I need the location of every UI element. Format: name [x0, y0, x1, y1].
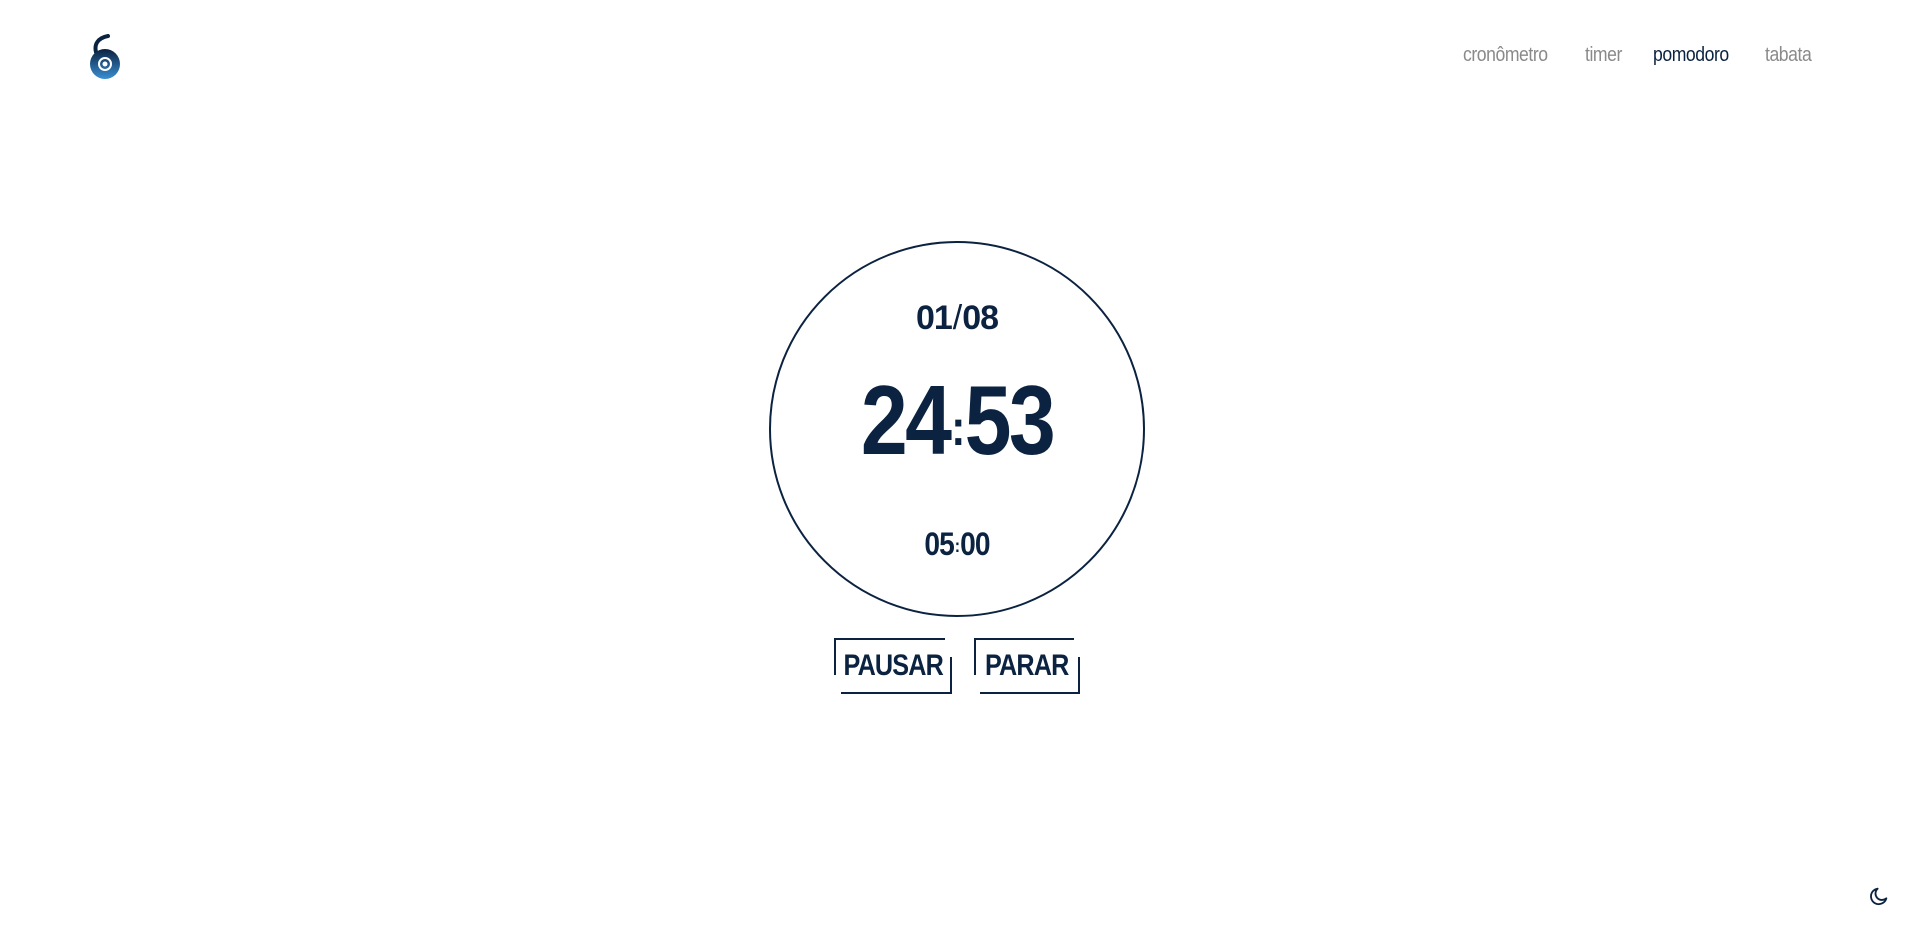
brand-logo[interactable] — [88, 34, 122, 82]
timer-controls: PAUSAR PARAR — [0, 638, 1914, 694]
nav-item-pomodoro[interactable]: pomodoro — [1653, 44, 1729, 67]
pause-button-label: PAUSAR — [843, 649, 943, 682]
round-separator: / — [952, 299, 963, 337]
round-current: 01 — [915, 299, 953, 337]
stop-button[interactable]: PARAR — [974, 638, 1080, 694]
main-colon: : — [951, 400, 965, 457]
nav-item-timer[interactable]: timer — [1585, 44, 1622, 67]
main-time: 24:53 — [797, 371, 1117, 469]
logo-icon — [90, 34, 120, 79]
moon-icon — [1870, 887, 1888, 905]
timer-dial: 01/08 24:53 05:00 — [769, 241, 1145, 617]
round-total: 08 — [962, 299, 999, 337]
pomodoro-page: cronômetro timer pomodoro tabata 01/08 2… — [0, 0, 1914, 930]
stop-button-label: PARAR — [985, 649, 1069, 682]
theme-toggle-button[interactable] — [1866, 884, 1892, 910]
main-nav: cronômetro timer pomodoro tabata — [1463, 44, 1818, 67]
nav-item-cronometro[interactable]: cronômetro — [1463, 44, 1548, 67]
round-counter: 01/08 — [771, 299, 1143, 338]
break-seconds: 00 — [960, 526, 990, 562]
main-minutes: 24 — [860, 365, 952, 475]
break-time: 05:00 — [793, 526, 1120, 563]
main-seconds: 53 — [964, 365, 1056, 475]
break-minutes: 05 — [924, 526, 954, 562]
pause-button[interactable]: PAUSAR — [834, 638, 953, 694]
break-colon: : — [954, 536, 960, 557]
nav-item-tabata[interactable]: tabata — [1765, 44, 1812, 67]
